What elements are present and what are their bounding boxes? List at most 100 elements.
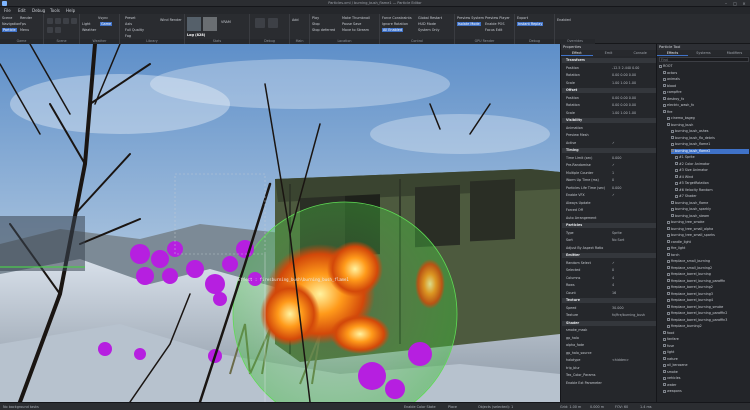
checkbox-icon[interactable] xyxy=(667,253,670,256)
menu-label[interactable]: Menu xyxy=(20,28,29,32)
tree-item[interactable]: candle_light xyxy=(667,240,749,245)
checkbox-icon[interactable] xyxy=(667,272,670,276)
menu-debug[interactable]: Debug xyxy=(32,8,45,13)
preset-label[interactable]: Preset xyxy=(125,16,136,20)
instant-replay-toggle[interactable]: Instant Replay xyxy=(517,22,544,26)
wind-render-label[interactable]: Wind Render xyxy=(160,18,182,22)
checkbox-icon[interactable] xyxy=(667,318,670,321)
checkbox-icon[interactable] xyxy=(671,129,674,133)
tree-item[interactable]: cinema_bsgeg xyxy=(667,116,749,121)
system-only-toggle[interactable]: System Only xyxy=(418,28,440,32)
property-row[interactable]: Tex_Color_Params xyxy=(562,373,656,378)
tree-item[interactable]: electric_wash_fx xyxy=(663,103,749,108)
checkbox-icon[interactable] xyxy=(667,246,670,250)
navigation-label[interactable]: Navigation xyxy=(2,22,20,26)
tab-modifiers[interactable]: Modifiers xyxy=(719,50,750,56)
property-row[interactable]: Particles Life Time (sec) 0.000 xyxy=(562,186,656,191)
enable-pos-toggle[interactable]: Enable POS xyxy=(485,22,505,26)
tree-item[interactable]: #4 Wind xyxy=(675,175,749,180)
property-row[interactable]: Animation xyxy=(562,126,656,131)
tree-item[interactable]: vehicles xyxy=(663,376,749,381)
property-value[interactable]: 4 xyxy=(612,276,614,281)
grid-icon[interactable] xyxy=(55,18,61,24)
property-value[interactable]: 30.000 xyxy=(612,306,624,311)
property-row[interactable]: gp_halo xyxy=(562,336,656,341)
focus-edit-toggle[interactable]: Focus Edit xyxy=(485,28,502,32)
tree-item[interactable]: burning_bush_ashes xyxy=(671,129,749,134)
checkbox-icon[interactable] xyxy=(663,357,666,360)
property-section[interactable]: Shader xyxy=(562,320,656,326)
checkbox-icon[interactable] xyxy=(667,298,670,302)
hud-mode-toggle[interactable]: HUD Mode xyxy=(418,22,436,26)
property-value[interactable]: ✓ xyxy=(612,261,615,266)
checkbox-icon[interactable] xyxy=(667,279,670,282)
property-value[interactable]: fx/fire/burning_bush xyxy=(612,313,645,318)
effect-icon[interactable] xyxy=(255,18,265,28)
status-fov[interactable]: FOV: 60 xyxy=(615,405,628,409)
property-section[interactable]: Visibility xyxy=(562,118,656,123)
property-row[interactable]: gp_halo_source xyxy=(562,351,656,356)
checkbox-icon[interactable] xyxy=(671,142,674,146)
pause-save-button[interactable]: Pause Save xyxy=(342,22,361,26)
export-button[interactable]: Export xyxy=(517,16,528,20)
property-value[interactable]: <hidden> xyxy=(612,358,629,363)
property-row[interactable]: Scale 1.00 1.00 1.00 xyxy=(562,111,656,116)
vsync-label[interactable]: Vsync xyxy=(98,16,108,20)
light-icon[interactable] xyxy=(71,18,77,24)
status-grid[interactable]: Grid: 1.00 m xyxy=(560,405,581,409)
property-value[interactable]: No Sort xyxy=(612,238,624,243)
property-row[interactable]: Forced Off xyxy=(562,208,656,213)
property-value[interactable]: -12.5 2.440 0.00 xyxy=(612,66,639,71)
property-row[interactable]: Position 0.00 0.00 0.00 xyxy=(562,96,656,101)
tree-item[interactable]: burning_bush_flame xyxy=(671,201,749,206)
checkbox-icon[interactable] xyxy=(667,292,670,295)
tree-item[interactable]: torch xyxy=(667,253,749,258)
property-value[interactable]: 1 xyxy=(612,171,614,176)
checkbox-icon[interactable] xyxy=(671,214,674,217)
log-count-label[interactable]: Log (828) xyxy=(187,33,205,37)
property-value[interactable]: 0.00 0.00 0.00 xyxy=(612,103,636,108)
checkbox-icon[interactable] xyxy=(667,220,670,224)
move-to-stream-button[interactable]: Move to Stream xyxy=(342,28,369,32)
menu-file[interactable]: File xyxy=(4,8,11,13)
property-section[interactable]: Timing xyxy=(562,148,656,153)
property-row[interactable]: Type Sprite xyxy=(562,231,656,236)
tree-item[interactable]: animals xyxy=(663,77,749,82)
full-quality-label[interactable]: Full Quality xyxy=(125,28,144,32)
force-constraints-toggle[interactable]: Force Constraints xyxy=(382,16,412,20)
property-value[interactable]: 1.00 1.00 1.00 xyxy=(612,81,636,86)
tree-item[interactable]: fireplace_barrel_burning2 xyxy=(667,285,749,290)
tree-item[interactable]: burning_tree_small_sparks xyxy=(667,233,749,238)
checkbox-icon[interactable] xyxy=(675,175,678,178)
tab-console[interactable]: Console xyxy=(624,50,656,56)
sun-icon[interactable] xyxy=(47,27,53,33)
property-row[interactable]: smoke_mask xyxy=(562,328,656,333)
checkbox-icon[interactable] xyxy=(663,376,666,380)
all-enabled-toggle[interactable]: All Enabled xyxy=(382,28,403,32)
property-value[interactable]: 1.00 1.00 1.00 xyxy=(612,111,636,116)
checkbox-icon[interactable] xyxy=(667,116,670,120)
tree-item[interactable]: #2 Color Animator xyxy=(675,162,749,167)
tree-item[interactable]: burning_bush_flame1 xyxy=(671,142,749,147)
tree-item[interactable]: weapons xyxy=(663,389,749,394)
tree-item[interactable]: food xyxy=(663,331,749,336)
checkbox-icon[interactable] xyxy=(667,311,670,315)
checkbox-icon[interactable] xyxy=(675,162,678,165)
property-row[interactable]: Rotation 0.00 0.00 0.00 xyxy=(562,103,656,108)
render-label[interactable]: Render xyxy=(20,16,32,20)
checkbox-icon[interactable] xyxy=(663,370,666,373)
tree-item[interactable]: fireplace_small_burning xyxy=(667,259,749,264)
property-row[interactable]: Multiple Counter 1 xyxy=(562,171,656,176)
tree-item[interactable]: #7 Shader xyxy=(675,194,749,199)
stop-button[interactable]: Stop xyxy=(312,22,320,26)
tree-item[interactable]: burning_bush_flo_debris xyxy=(671,136,749,141)
checkbox-icon[interactable] xyxy=(663,84,666,87)
property-row[interactable]: Always Update xyxy=(562,201,656,206)
checkbox-icon[interactable] xyxy=(663,77,666,81)
checkbox-icon[interactable] xyxy=(663,383,666,386)
make-thumbnail-button[interactable]: Make Thumbnail xyxy=(342,16,370,20)
property-value[interactable]: 0.000 xyxy=(612,156,621,161)
checkbox-icon[interactable] xyxy=(659,64,662,68)
property-row[interactable]: alpha_fade xyxy=(562,343,656,348)
property-value[interactable]: ✓ xyxy=(612,163,615,168)
